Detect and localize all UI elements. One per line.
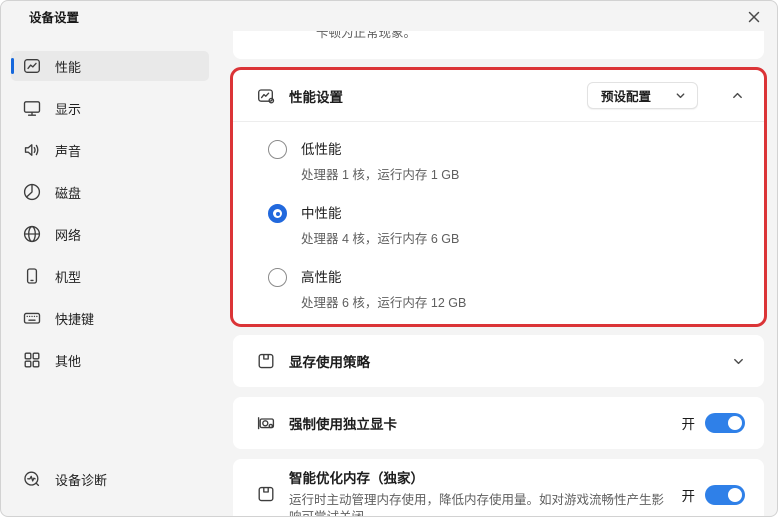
titlebar: 设备设置 xyxy=(1,1,777,31)
sidebar-item-label: 设备诊断 xyxy=(55,470,107,489)
sidebar-item-label: 声音 xyxy=(55,141,81,160)
sidebar-item-diagnostics[interactable]: 设备诊断 xyxy=(11,464,209,494)
radio-high-performance[interactable] xyxy=(268,268,287,287)
annotation-highlight-box: 性能设置 预设配置 低性能 处理器 1 核，运行内存 1 GB xyxy=(230,67,767,327)
gpu-toggle-switch[interactable] xyxy=(705,413,745,433)
close-icon xyxy=(748,11,760,23)
performance-settings-card: 性能设置 预设配置 低性能 处理器 1 核，运行内存 1 GB xyxy=(233,70,764,324)
device-settings-window: 设备设置 性能 显示 声音 磁盘 网络 机型 xyxy=(0,0,778,517)
option-label: 低性能 xyxy=(301,140,459,159)
globe-icon xyxy=(22,224,42,244)
close-button[interactable] xyxy=(743,6,765,28)
sidebar-item-sound[interactable]: 声音 xyxy=(11,135,209,165)
sidebar-item-label: 磁盘 xyxy=(55,183,81,202)
toggle-knob xyxy=(728,488,742,502)
smart-memory-title: 智能优化内存（独家） xyxy=(289,470,669,488)
radio-low-performance[interactable] xyxy=(268,140,287,159)
toggle-knob xyxy=(728,416,742,430)
sidebar-item-model[interactable]: 机型 xyxy=(11,261,209,291)
sidebar-item-network[interactable]: 网络 xyxy=(11,219,209,249)
preset-config-dropdown[interactable]: 预设配置 xyxy=(587,82,698,109)
option-description: 处理器 4 核，运行内存 6 GB xyxy=(301,231,459,248)
sidebar-item-performance[interactable]: 性能 xyxy=(11,51,209,81)
sidebar-item-shortcuts[interactable]: 快捷键 xyxy=(11,303,209,333)
performance-options: 低性能 处理器 1 核，运行内存 1 GB 中性能 处理器 4 核，运行内存 6… xyxy=(233,122,764,324)
preset-config-label: 预设配置 xyxy=(601,86,651,105)
sidebar-item-display[interactable]: 显示 xyxy=(11,93,209,123)
option-low-performance[interactable]: 低性能 处理器 1 核，运行内存 1 GB xyxy=(268,140,744,184)
option-high-performance[interactable]: 高性能 处理器 6 核，运行内存 12 GB xyxy=(268,268,744,312)
smart-memory-description: 运行时主动管理内存使用，降低内存使用量。如对游戏流畅性产生影响可尝试关闭。 xyxy=(289,492,669,516)
diagnostics-icon xyxy=(22,469,42,489)
collapse-section-button[interactable] xyxy=(726,85,748,107)
grid-icon xyxy=(22,350,42,370)
clipped-top-card: 卡顿为正常现象。 xyxy=(233,31,764,59)
pie-chart-icon xyxy=(22,182,42,202)
settings-scroll-area: 卡顿为正常现象。 性能设置 预设配置 xyxy=(230,31,767,516)
performance-settings-header[interactable]: 性能设置 预设配置 xyxy=(233,70,764,122)
sidebar: 性能 显示 声音 磁盘 网络 机型 快捷键 其他 xyxy=(1,31,223,516)
sidebar-item-disk[interactable]: 磁盘 xyxy=(11,177,209,207)
chevron-down-icon[interactable] xyxy=(732,355,745,368)
memory-save-icon xyxy=(256,484,276,504)
sidebar-item-other[interactable]: 其他 xyxy=(11,345,209,375)
force-discrete-gpu-title: 强制使用独立显卡 xyxy=(289,413,397,433)
keyboard-icon xyxy=(22,308,42,328)
chevron-down-icon xyxy=(675,90,686,101)
performance-settings-title: 性能设置 xyxy=(289,86,343,106)
option-description: 处理器 1 核，运行内存 1 GB xyxy=(301,167,459,184)
option-label: 高性能 xyxy=(301,268,466,287)
vram-strategy-card[interactable]: 显存使用策略 xyxy=(233,335,764,387)
memory-toggle-state-label: 开 xyxy=(682,485,696,505)
device-icon xyxy=(22,266,42,286)
sidebar-item-label: 其他 xyxy=(55,351,81,370)
vram-strategy-title: 显存使用策略 xyxy=(289,351,370,371)
performance-gear-icon xyxy=(256,86,276,106)
window-title: 设备设置 xyxy=(29,7,79,26)
sidebar-item-label: 性能 xyxy=(55,57,81,76)
clipped-note-text: 卡顿为正常现象。 xyxy=(316,31,416,42)
memory-toggle-switch[interactable] xyxy=(705,485,745,505)
sidebar-item-label: 显示 xyxy=(55,99,81,118)
monitor-icon xyxy=(22,98,42,118)
radio-medium-performance[interactable] xyxy=(268,204,287,223)
option-label: 中性能 xyxy=(301,204,459,223)
option-description: 处理器 6 核，运行内存 12 GB xyxy=(301,295,466,312)
performance-chart-icon xyxy=(22,56,42,76)
option-medium-performance[interactable]: 中性能 处理器 4 核，运行内存 6 GB xyxy=(268,204,744,248)
speaker-icon xyxy=(22,140,42,160)
force-discrete-gpu-card: 强制使用独立显卡 开 xyxy=(233,397,764,449)
sidebar-item-label: 机型 xyxy=(55,267,81,286)
vram-save-icon xyxy=(256,351,276,371)
chevron-up-icon xyxy=(731,89,744,102)
sidebar-item-label: 快捷键 xyxy=(55,309,94,328)
sidebar-item-label: 网络 xyxy=(55,225,81,244)
gpu-card-icon xyxy=(256,413,276,433)
smart-memory-card: 智能优化内存（独家） 运行时主动管理内存使用，降低内存使用量。如对游戏流畅性产生… xyxy=(233,459,764,516)
gpu-toggle-state-label: 开 xyxy=(682,413,696,433)
